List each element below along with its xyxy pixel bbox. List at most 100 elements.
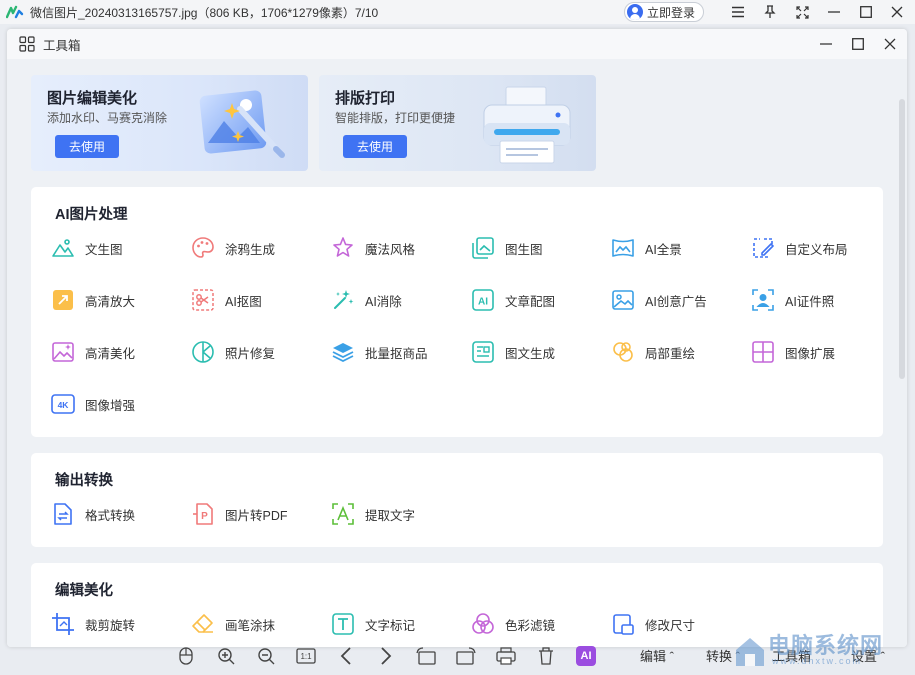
- fullscreen-icon[interactable]: [793, 3, 811, 21]
- tool-brush-smear[interactable]: 画笔涂抹: [191, 611, 321, 637]
- tool-ai-id-photo[interactable]: AI证件照: [751, 287, 881, 313]
- image-frame-icon: [612, 290, 634, 310]
- crop-icon: [52, 613, 74, 635]
- tool-label: 画笔涂抹: [225, 618, 276, 633]
- rotate-right-icon[interactable]: [456, 646, 476, 666]
- tool-ai-panorama[interactable]: AI全景: [611, 235, 741, 261]
- banner-image-edit[interactable]: 图片编辑美化 添加水印、马赛克消除 去使用: [31, 75, 308, 171]
- tool-label: AI全景: [645, 242, 682, 257]
- dialog-body: 图片编辑美化 添加水印、马赛克消除 去使用 排版打印 智能排版，打印更便捷 去使…: [7, 59, 907, 647]
- maximize-window-icon[interactable]: [857, 3, 875, 21]
- tool-label: 文章配图: [505, 294, 556, 309]
- banner-title: 排版打印: [335, 90, 396, 107]
- text-t-icon: [332, 613, 354, 635]
- print-icon[interactable]: [496, 646, 516, 666]
- banner-layout-print[interactable]: 排版打印 智能排版，打印更便捷 去使用: [319, 75, 596, 171]
- tool-ai-erase[interactable]: AI消除: [331, 287, 461, 313]
- dialog-maximize-icon[interactable]: [849, 35, 867, 53]
- minimize-window-icon[interactable]: [825, 3, 843, 21]
- tool-ai-cutout[interactable]: AI抠图: [191, 287, 321, 313]
- tool-image-expand[interactable]: 图像扩展: [751, 339, 881, 365]
- banner-use-button[interactable]: 去使用: [55, 135, 119, 158]
- tool-partial-redraw[interactable]: 局部重绘: [611, 339, 741, 365]
- menu-icon[interactable]: [729, 3, 747, 21]
- tool-label: 照片修复: [225, 346, 276, 361]
- tool-magic-style[interactable]: 魔法风格: [331, 235, 461, 261]
- tool-format-convert[interactable]: 格式转换: [51, 501, 181, 527]
- resize-icon: [613, 614, 634, 635]
- tool-article-image[interactable]: AI 文章配图: [471, 287, 601, 313]
- tool-label: AI消除: [365, 294, 402, 309]
- tool-label: 图生图: [505, 242, 543, 257]
- tool-doodle-generate[interactable]: 涂鸦生成: [191, 235, 321, 261]
- pin-icon[interactable]: [761, 3, 779, 21]
- tool-label: 格式转换: [85, 508, 136, 523]
- actual-size-button[interactable]: 1:1: [296, 646, 316, 666]
- rotate-left-icon[interactable]: [416, 646, 436, 666]
- section-ai-image-processing: AI图片处理 文生图 涂鸦生成 魔法风格 图生图 AI全景 自定义布局 高清放大…: [31, 187, 883, 437]
- svg-text:4K: 4K: [58, 400, 70, 410]
- grid-apps-icon: [19, 36, 35, 52]
- login-label: 立即登录: [647, 5, 696, 20]
- tool-batch-product-cutout[interactable]: 批量抠商品: [331, 339, 461, 365]
- previous-icon[interactable]: [336, 646, 356, 666]
- tool-extract-text[interactable]: 提取文字: [331, 501, 461, 527]
- zoom-in-icon[interactable]: [216, 646, 236, 666]
- edit-menu[interactable]: 编辑 ˆ: [640, 646, 674, 665]
- close-window-icon[interactable]: [888, 3, 906, 21]
- edit-label: 编辑: [640, 649, 667, 664]
- tool-label: 图文生成: [505, 346, 556, 361]
- tool-text-mark[interactable]: 文字标记: [331, 611, 461, 637]
- section-output-convert: 输出转换 格式转换 P 图片转PDF 提取文字: [31, 453, 883, 547]
- ratio-label: 1:1: [300, 651, 312, 661]
- pdf-icon: P: [193, 503, 213, 525]
- tool-crop-rotate[interactable]: 裁剪旋转: [51, 611, 181, 637]
- palette-icon: [192, 237, 214, 258]
- tool-hd-upscale[interactable]: 高清放大: [51, 287, 181, 313]
- tool-custom-layout[interactable]: 自定义布局: [751, 235, 881, 261]
- mountain-image-icon: [52, 239, 74, 257]
- login-button[interactable]: 立即登录: [624, 2, 705, 22]
- ocr-text-icon: [332, 503, 354, 525]
- section-title: 输出转换: [55, 473, 113, 489]
- tool-label: 图片转PDF: [225, 508, 288, 523]
- tool-text-image-generate[interactable]: 图文生成: [471, 339, 601, 365]
- tool-image-to-pdf[interactable]: P 图片转PDF: [191, 501, 321, 527]
- scrollbar[interactable]: [899, 99, 905, 379]
- color-filter-icon: [472, 613, 494, 634]
- next-icon[interactable]: [376, 646, 396, 666]
- tool-label: 涂鸦生成: [225, 242, 276, 257]
- tool-ai-creative-ad[interactable]: AI创意广告: [611, 287, 741, 313]
- tool-resize[interactable]: 修改尺寸: [611, 611, 741, 637]
- tool-label: 文字标记: [365, 618, 416, 633]
- tool-label: 批量抠商品: [365, 346, 428, 361]
- delete-icon[interactable]: [536, 646, 556, 666]
- tool-text-to-image[interactable]: 文生图: [51, 235, 181, 261]
- expand-grid-icon: [752, 341, 774, 363]
- overlap-circles-icon: [613, 342, 633, 362]
- tool-photo-repair[interactable]: 照片修复: [191, 339, 321, 365]
- dialog-minimize-icon[interactable]: [817, 35, 835, 53]
- ai-tools-button[interactable]: AI: [576, 646, 596, 666]
- sparkle-wand-icon: [334, 290, 354, 309]
- zoom-out-icon[interactable]: [256, 646, 276, 666]
- batch-box-icon: [332, 343, 354, 363]
- app-logo-icon: [5, 5, 24, 19]
- banner-use-button[interactable]: 去使用: [343, 135, 407, 158]
- eraser-icon: [192, 614, 213, 633]
- document-image-icon: [472, 341, 494, 363]
- ai-badge-icon: AI: [472, 289, 494, 311]
- banner-subtitle: 添加水印、马赛克消除: [47, 111, 168, 125]
- tool-label: 自定义布局: [785, 242, 848, 257]
- tool-label: AI抠图: [225, 294, 262, 309]
- dialog-close-icon[interactable]: [881, 35, 899, 53]
- tool-image-to-image[interactable]: 图生图: [471, 235, 601, 261]
- tool-hd-beautify[interactable]: 高清美化: [51, 339, 181, 365]
- tool-image-enhance[interactable]: 4K 图像增强: [51, 391, 181, 417]
- mouse-icon[interactable]: [176, 646, 196, 666]
- svg-text:AI: AI: [478, 297, 488, 308]
- tool-color-filter[interactable]: 色彩滤镜: [471, 611, 601, 637]
- image-stack-icon: [472, 237, 494, 259]
- convert-label: 转换: [706, 649, 733, 664]
- watermark-url: www.dnxtw.com: [772, 656, 863, 666]
